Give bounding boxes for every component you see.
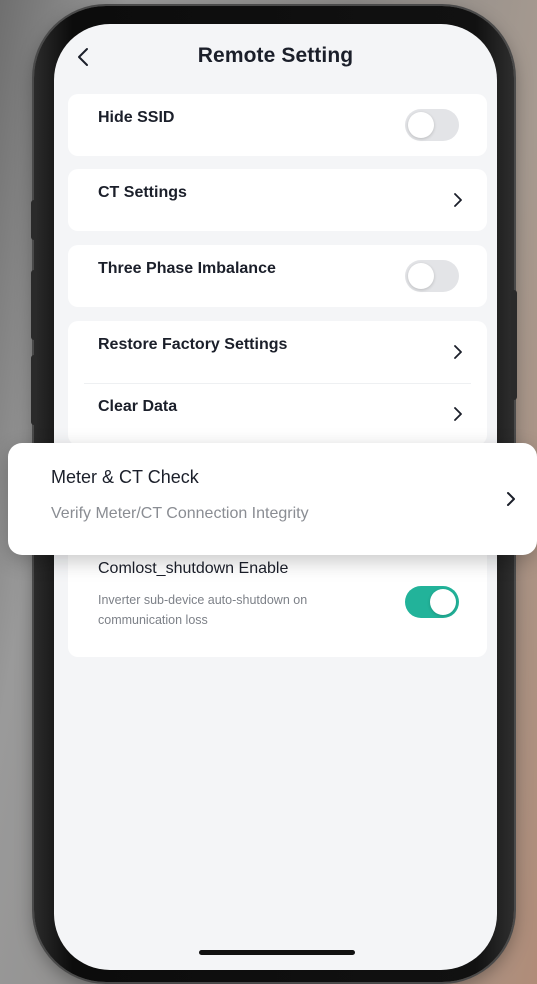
phone-side-button	[31, 270, 37, 340]
hide-ssid-row: Hide SSID	[68, 94, 487, 156]
restore-factory-label: Restore Factory Settings	[98, 336, 288, 353]
phone-side-button	[31, 355, 37, 425]
home-indicator	[199, 950, 355, 955]
three-phase-imbalance-label: Three Phase Imbalance	[98, 260, 276, 277]
hide-ssid-card: Hide SSID	[68, 94, 487, 156]
phone-side-button	[31, 200, 37, 240]
meter-ct-check-card[interactable]: Meter & CT Check Verify Meter/CT Connect…	[8, 443, 537, 555]
comlost-shutdown-toggle[interactable]	[405, 586, 459, 618]
comlost-shutdown-card: Comlost_shutdown Enable Inverter sub-dev…	[68, 544, 487, 657]
top-bar: Remote Setting	[54, 24, 497, 88]
toggle-knob	[430, 589, 456, 615]
chevron-right-icon	[507, 492, 515, 506]
toggle-knob	[408, 112, 434, 138]
chevron-right-icon	[454, 193, 462, 207]
comlost-shutdown-description: Inverter sub-device auto-shutdown on com…	[98, 593, 308, 627]
three-phase-imbalance-card: Three Phase Imbalance	[68, 245, 487, 307]
meter-ct-check-title: Meter & CT Check	[51, 467, 199, 487]
chevron-right-icon	[454, 407, 462, 421]
hide-ssid-label: Hide SSID	[98, 109, 175, 126]
maintenance-card: Restore Factory Settings Clear Data	[68, 321, 487, 445]
chevron-right-icon	[454, 345, 462, 359]
clear-data-label: Clear Data	[98, 398, 178, 415]
comlost-shutdown-label: Comlost_shutdown Enable	[98, 560, 289, 577]
ct-settings-card: CT Settings	[68, 169, 487, 231]
clear-data-row[interactable]: Clear Data	[68, 383, 487, 445]
ct-settings-label: CT Settings	[98, 184, 187, 201]
meter-ct-check-subtitle: Verify Meter/CT Connection Integrity	[51, 505, 309, 522]
three-phase-imbalance-row: Three Phase Imbalance	[68, 245, 487, 307]
hide-ssid-toggle[interactable]	[405, 109, 459, 141]
restore-factory-row[interactable]: Restore Factory Settings	[68, 321, 487, 383]
phone-side-button	[511, 290, 517, 400]
three-phase-imbalance-toggle[interactable]	[405, 260, 459, 292]
page-title: Remote Setting	[197, 44, 354, 67]
toggle-knob	[408, 263, 434, 289]
ct-settings-row[interactable]: CT Settings	[68, 169, 487, 231]
